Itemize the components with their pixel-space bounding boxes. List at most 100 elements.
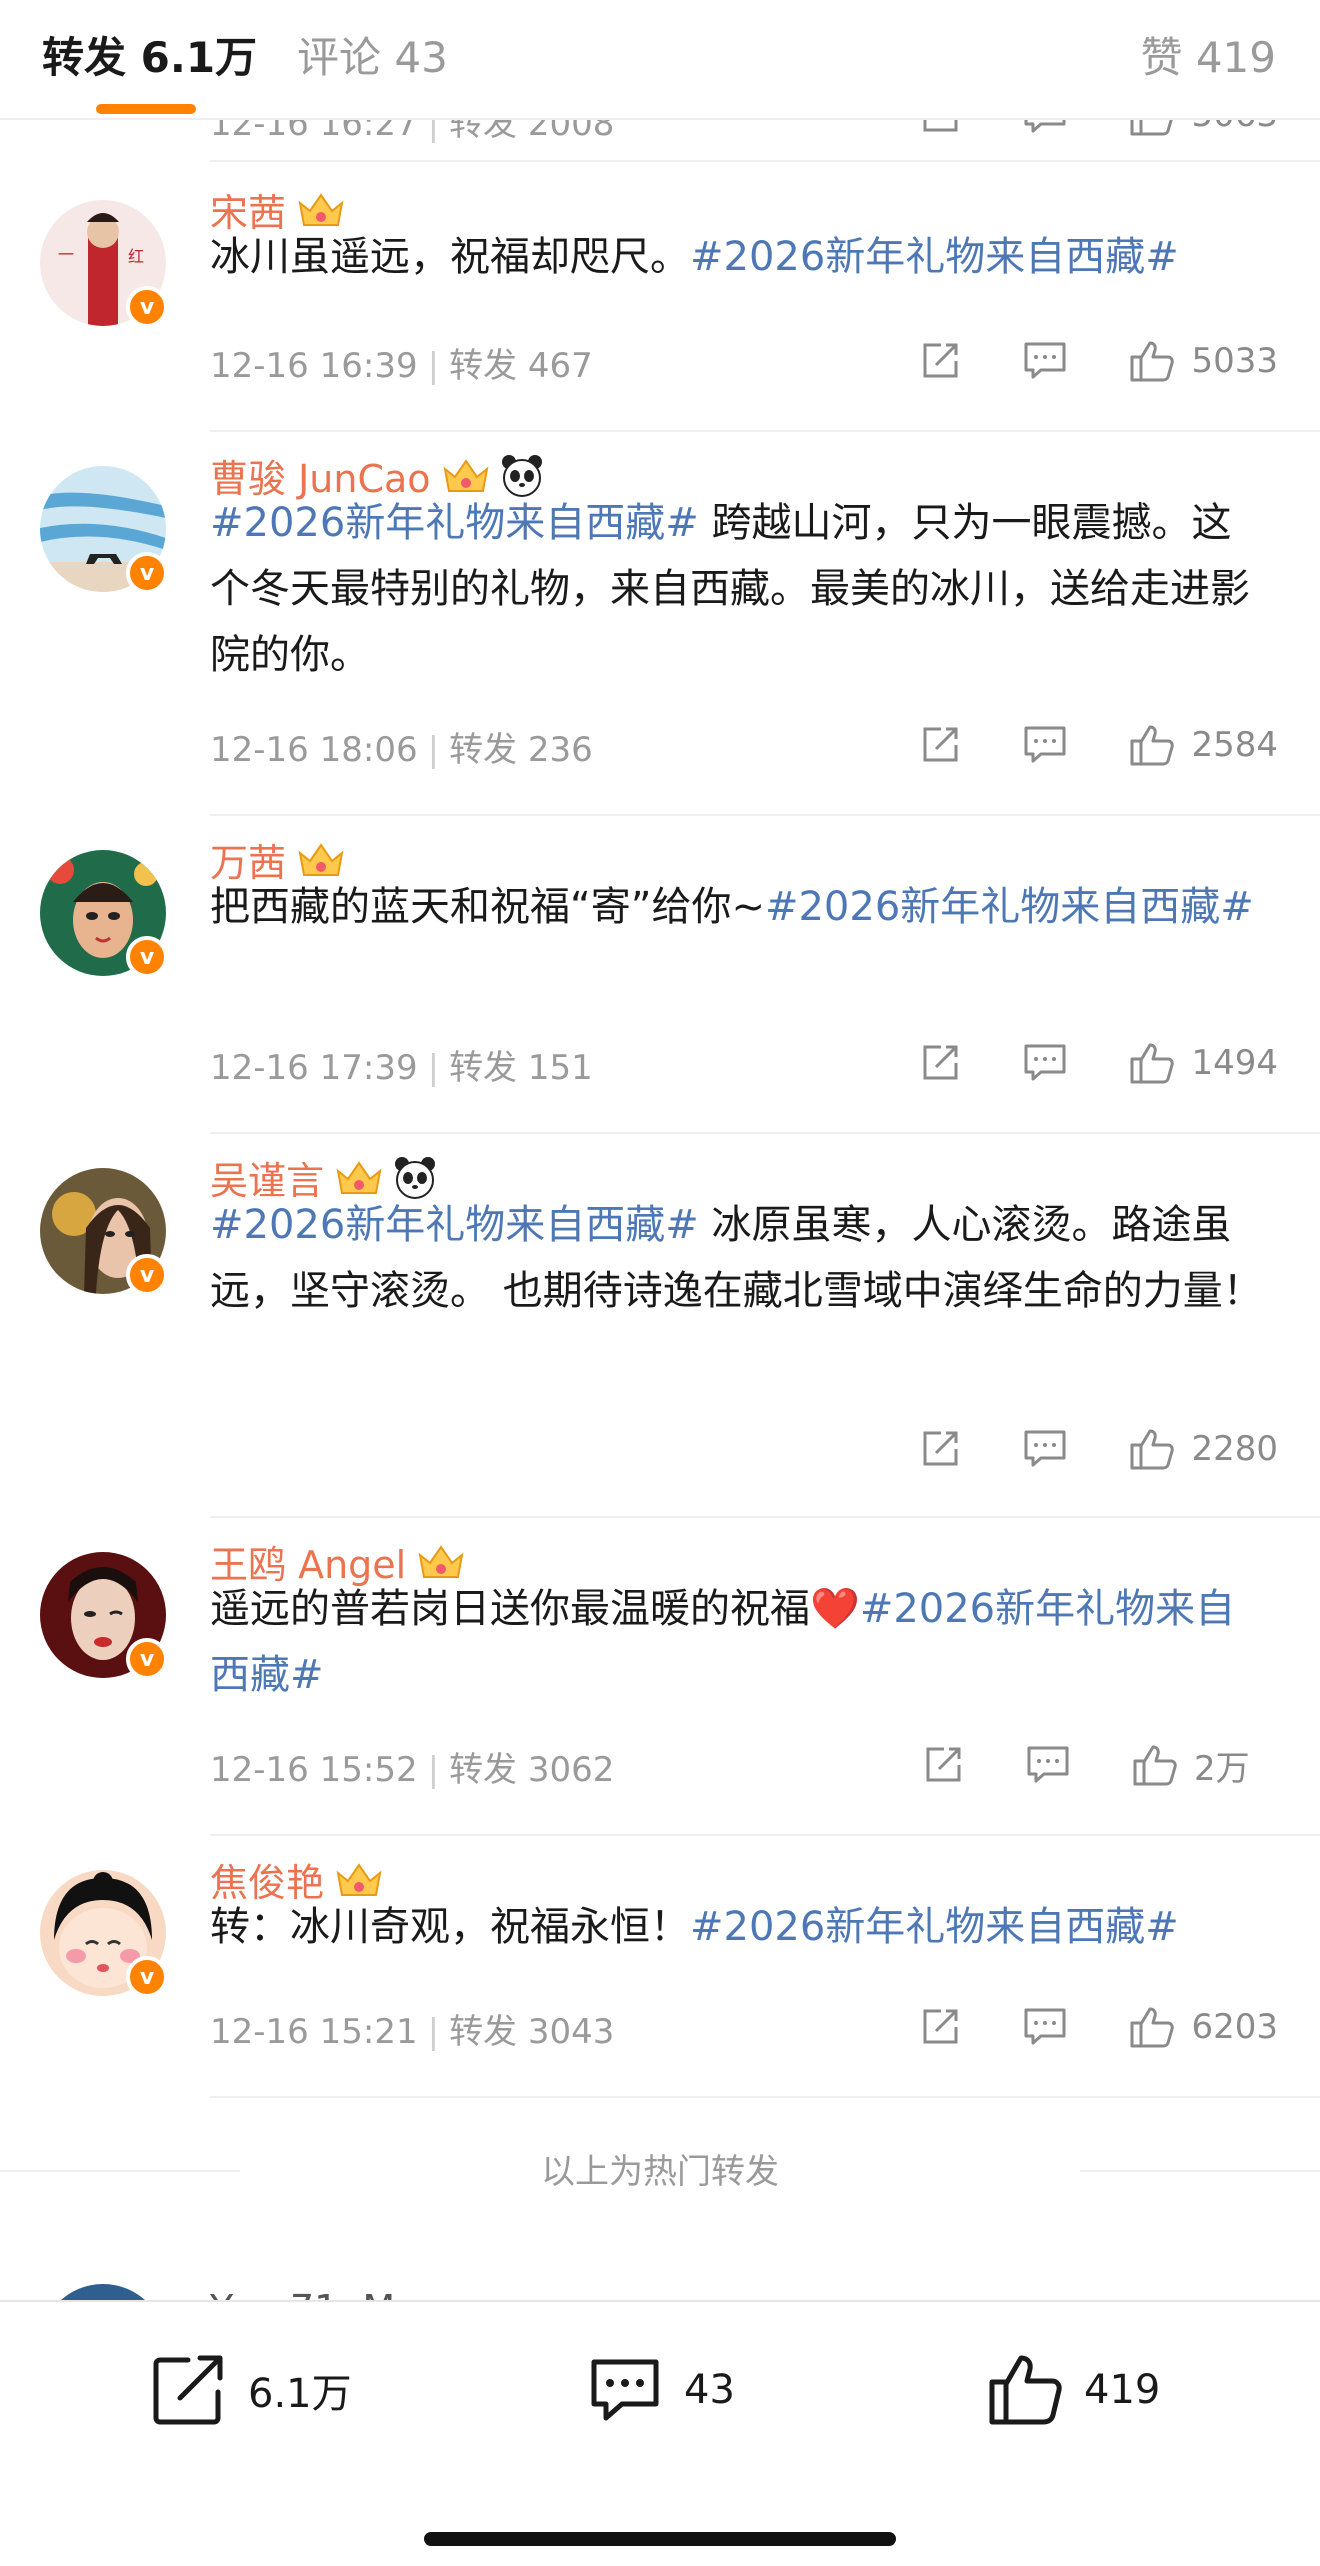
divider xyxy=(1080,2170,1320,2172)
like-count: 2584 xyxy=(1191,725,1278,765)
like-button[interactable]: 1494 xyxy=(1129,1041,1278,1085)
topic-link[interactable]: #2026新年礼物来自西藏# xyxy=(690,234,1179,280)
like-button[interactable]: 5063 xyxy=(1129,120,1278,137)
share-button[interactable] xyxy=(919,340,961,382)
divider xyxy=(210,2096,1320,2098)
username[interactable]: Yum71nMen xyxy=(210,2287,443,2300)
tab-comments[interactable]: 评论 43 xyxy=(297,30,448,86)
list-item[interactable]: v 焦俊艳 转：冰川奇观，祝福永恒！#2026新年礼物来自西藏# 12-16 1… xyxy=(0,1836,1320,2098)
repost-date: 12-16 15:21 xyxy=(210,2012,418,2052)
repost-actions: 6203 xyxy=(857,2002,1278,2052)
tab-likes-count: 419 xyxy=(1195,33,1276,82)
share-icon xyxy=(923,120,958,132)
verified-badge-icon: v xyxy=(126,1638,168,1680)
comment-button[interactable] xyxy=(1023,724,1067,766)
repost-count: 转发 151 xyxy=(449,1048,593,1088)
verified-badge-icon: v xyxy=(126,1956,168,1998)
topic-link[interactable]: #2026新年礼物来自西藏# xyxy=(690,1904,1179,1950)
comment-button[interactable] xyxy=(1026,1744,1070,1786)
share-button[interactable] xyxy=(919,2006,961,2048)
repost-text-segment: 转：冰川奇观，祝福永恒！ xyxy=(210,1904,690,1950)
verified-badge-icon: v xyxy=(126,1254,168,1296)
share-button[interactable] xyxy=(919,120,961,136)
repost-actions: 5063 xyxy=(857,120,1278,140)
list-item[interactable]: v 曹骏 JunCao #2026新年礼物来自西藏# 跨越山河，只为一眼震撼。这… xyxy=(0,432,1320,816)
share-button[interactable] xyxy=(919,1042,961,1084)
like-button[interactable]: 5033 xyxy=(1129,339,1278,383)
tab-likes-label: 赞 xyxy=(1140,33,1183,82)
comment-button[interactable] xyxy=(1023,1042,1067,1084)
comment-icon xyxy=(591,2359,659,2421)
comment-icon xyxy=(1024,342,1066,379)
like-count: 2万 xyxy=(1194,1748,1250,1789)
avatar[interactable]: v xyxy=(40,850,168,978)
thumbs-up-icon xyxy=(1130,725,1175,766)
like-button[interactable]: 6203 xyxy=(1129,2005,1278,2049)
avatar[interactable]: 一 红 v xyxy=(40,200,168,328)
like-button[interactable]: 2280 xyxy=(1129,1427,1278,1471)
repost-actions: 2584 xyxy=(857,720,1278,770)
avatar[interactable]: v xyxy=(40,1552,168,1680)
list-item[interactable]: 一 红 v 宋茜 冰川虽遥远，祝福却咫尺。#2026新年礼物来自西藏# 12-1… xyxy=(0,162,1320,432)
comment-button[interactable]: 43 xyxy=(586,2342,735,2438)
repost-tabbar: 转发 6.1万 评论 43 赞 419 xyxy=(0,0,1320,120)
avatar[interactable]: v xyxy=(40,1168,168,1296)
comment-button[interactable] xyxy=(1023,1428,1067,1470)
verified-badge-icon: v xyxy=(126,936,168,978)
repost-author[interactable]: Yum71nMen xyxy=(210,2284,443,2300)
comment-button[interactable] xyxy=(1023,340,1067,382)
share-icon xyxy=(923,1431,958,1466)
repost-actions: 1494 xyxy=(857,1038,1278,1088)
repost-actions: 2280 xyxy=(857,1424,1278,1474)
repost-list[interactable]: 12-16 16:27|转发 2008 5063 xyxy=(0,120,1320,2300)
like-count: 5063 xyxy=(1191,120,1278,135)
tab-reposts-label: 转发 xyxy=(42,33,127,82)
comment-icon xyxy=(1024,2008,1066,2045)
bottom-action-bar: 6.1万 43 419 xyxy=(0,2300,1320,2566)
tab-likes[interactable]: 赞 419 xyxy=(1140,30,1276,86)
comment-icon xyxy=(1024,1044,1066,1081)
avatar[interactable]: v xyxy=(40,466,168,594)
comment-count: 43 xyxy=(684,2367,735,2413)
tab-reposts[interactable]: 转发 6.1万 xyxy=(42,30,257,86)
thumbs-up-icon xyxy=(1133,1745,1177,1786)
svg-text:一: 一 xyxy=(58,245,74,264)
like-button[interactable]: 419 xyxy=(986,2342,1160,2438)
hot-reposts-note: 以上为热门转发 xyxy=(541,2152,779,2192)
like-button[interactable]: 2584 xyxy=(1129,723,1278,767)
share-icon xyxy=(923,1045,958,1080)
like-count: 5033 xyxy=(1191,341,1278,381)
repost-count: 转发 467 xyxy=(449,346,593,386)
repost-date: 12-16 17:39 xyxy=(210,1048,418,1088)
topic-link[interactable]: #2026新年礼物来自西藏# xyxy=(210,1202,699,1248)
verified-badge-icon: v xyxy=(126,552,168,594)
repost-button[interactable]: 6.1万 xyxy=(150,2342,352,2438)
svg-text:红: 红 xyxy=(128,247,144,266)
thumbs-up-icon xyxy=(1130,1043,1175,1084)
repost-meta: 12-16 15:52 | 转发 3062 xyxy=(210,1750,615,1790)
comment-button[interactable] xyxy=(1023,2006,1067,2048)
topic-link[interactable]: #2026新年礼物来自西藏# xyxy=(210,500,699,546)
list-item[interactable]: v 吴谨言 #2026新年礼物来自西藏# 冰原虽寒，人心滚烫。路途虽远，坚守滚烫… xyxy=(0,1134,1320,1518)
comment-icon xyxy=(1027,1746,1069,1783)
list-item[interactable]: v 王鸥 Angel 遥远的普若岗日送你最温暖的祝福❤️#2026新年礼物来自西… xyxy=(0,1518,1320,1836)
list-item-partial: Yum71nMen xyxy=(0,2270,1320,2300)
repost-meta: 12-16 15:21 | 转发 3043 xyxy=(210,2012,615,2052)
repost-text: #2026新年礼物来自西藏# 跨越山河，只为一眼震撼。这个冬天最特别的礼物，来自… xyxy=(210,490,1270,688)
list-item[interactable]: v 万茜 把西藏的蓝天和祝福“寄”给你~#2026新年礼物来自西藏# 12-16… xyxy=(0,816,1320,1134)
repost-text: 把西藏的蓝天和祝福“寄”给你~#2026新年礼物来自西藏# xyxy=(210,874,1270,940)
share-icon xyxy=(923,343,958,378)
topic-link[interactable]: #2026新年礼物来自西藏# xyxy=(765,884,1254,930)
share-button[interactable] xyxy=(919,1428,961,1470)
comment-icon xyxy=(1024,120,1066,133)
comment-button[interactable] xyxy=(1023,120,1067,136)
avatar[interactable] xyxy=(40,2284,166,2300)
repost-count: 转发 236 xyxy=(449,730,593,770)
share-button[interactable] xyxy=(919,724,961,766)
repost-meta: 12-16 16:27 | 转发 2008 xyxy=(210,120,614,145)
avatar[interactable]: v xyxy=(40,1870,168,1998)
share-button[interactable] xyxy=(922,1744,964,1786)
tab-comments-count: 43 xyxy=(394,33,448,82)
like-button[interactable]: 2万 xyxy=(1132,1741,1278,1790)
thumbs-up-icon xyxy=(1130,2007,1175,2048)
